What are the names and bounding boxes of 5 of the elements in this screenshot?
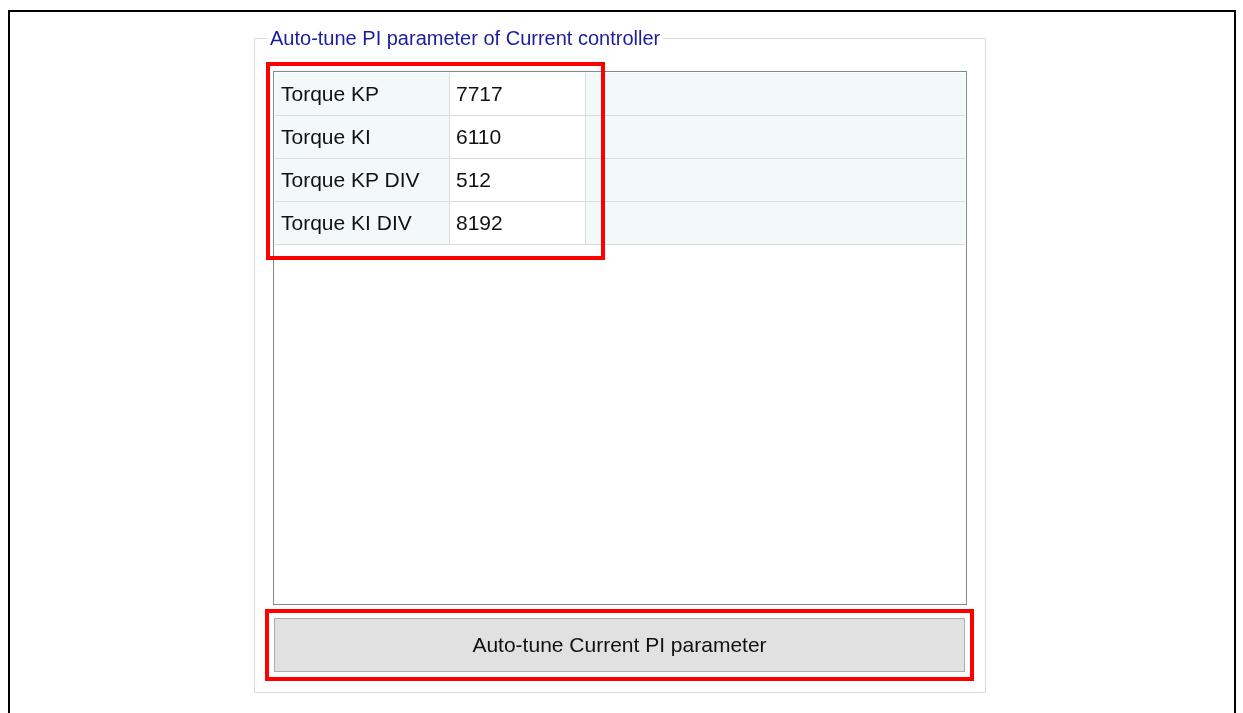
- parameter-name: Torque KP: [275, 73, 450, 115]
- parameter-name: Torque KI DIV: [275, 202, 450, 244]
- auto-tune-button[interactable]: Auto-tune Current PI parameter: [274, 618, 965, 672]
- parameter-name: Torque KI: [275, 116, 450, 158]
- parameter-name: Torque KP DIV: [275, 159, 450, 201]
